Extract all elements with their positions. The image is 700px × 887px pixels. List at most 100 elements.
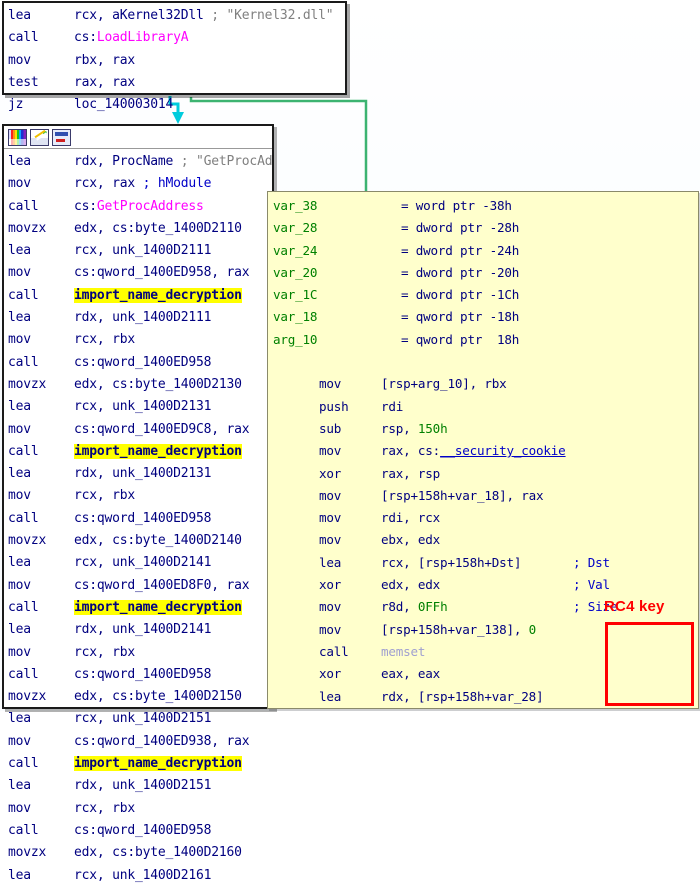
operands: rdx, unk_1400D2151 (74, 778, 211, 793)
edit-icon[interactable] (30, 129, 49, 146)
code-line: callimport_name_decryption (8, 441, 272, 463)
code-line: callimport_name_decryption (8, 285, 272, 307)
stack-var-decl: = dword ptr -24h (401, 243, 519, 258)
code-line: learcx, unk_1400D2111 (8, 240, 272, 262)
library-function[interactable]: memset (381, 644, 425, 659)
code-line: jzloc_140003014 (8, 94, 345, 116)
operands: rcx, unk_1400D2151 (74, 711, 211, 726)
stack-var-line: var_1C= dword ptr -1Ch (273, 284, 698, 306)
code-line: leardx, [rsp+158h+var_28] (273, 686, 698, 708)
mnemonic: call (8, 508, 74, 530)
code-line: callcs:qword_1400ED958 (8, 352, 272, 374)
mnemonic: mov (8, 419, 74, 441)
highlighted-call-target[interactable]: import_name_decryption (74, 288, 242, 303)
operands: rsp, (381, 421, 418, 436)
operands: cs:qword_1400ED8F0, rax (74, 578, 249, 593)
stack-var-name[interactable]: var_20 (273, 262, 401, 284)
highlighted-call-target[interactable]: import_name_decryption (74, 444, 242, 459)
mnemonic: xor (319, 463, 381, 485)
stack-variable-declarations: var_38= word ptr -38hvar_28= dword ptr -… (273, 195, 698, 351)
stack-var-decl: = word ptr -38h (401, 198, 512, 213)
code-line: movebx, edx (273, 529, 698, 551)
stack-var-name[interactable]: var_38 (273, 195, 401, 217)
operands: edx, cs:byte_1400D2140 (74, 533, 242, 548)
code-line: xoreax, eax (273, 663, 698, 685)
stack-var-decl: = dword ptr -1Ch (401, 287, 519, 302)
code-line: pushrdi (273, 396, 698, 418)
mnemonic: mov (319, 507, 381, 529)
operands: [rsp+158h+var_138], (381, 622, 529, 637)
mnemonic: call (8, 664, 74, 686)
comment: ; hModule (143, 176, 212, 191)
api-call-loadlibrarya[interactable]: LoadLibraryA (97, 30, 189, 45)
mnemonic: call (8, 597, 74, 619)
code-line: movzxedx, cs:byte_1400D2160 (8, 842, 272, 864)
function-listing-panel[interactable]: var_38= word ptr -38hvar_28= dword ptr -… (267, 191, 699, 709)
mnemonic: lea (8, 396, 74, 418)
code-line: callcs:qword_1400ED958 (8, 508, 272, 530)
mnemonic: lea (8, 151, 74, 173)
operands: rdi, rcx (381, 510, 440, 525)
code-line: leardx, unk_1400D2141 (8, 619, 272, 641)
operands: cs:qword_1400ED958 (74, 355, 211, 370)
code-line: xoredx, edx ; Val (273, 574, 698, 596)
code-line: movzxedx, cs:byte_1400D2110 (8, 218, 272, 240)
stack-var-name[interactable]: var_1C (273, 284, 401, 306)
highlighted-call-target[interactable]: import_name_decryption (74, 756, 242, 771)
code-line: movrcx, rbx (8, 642, 272, 664)
mnemonic: call (8, 196, 74, 218)
stack-var-name[interactable]: var_28 (273, 217, 401, 239)
operands: rcx, rbx (74, 645, 135, 660)
code-line: movrax, cs:__security_cookie (273, 440, 698, 462)
code-line: callcs:qword_1400ED958 (8, 820, 272, 842)
code-line: learcx, unk_1400D2141 (8, 552, 272, 574)
operands: rcx, unk_1400D2131 (74, 399, 211, 414)
mnemonic: mov (319, 485, 381, 507)
mnemonic: movzx (8, 218, 74, 240)
operands: rcx, rax (74, 176, 135, 191)
mnemonic: call (319, 641, 381, 663)
window-icon[interactable] (52, 129, 71, 146)
code-line: leardx, unk_1400D2151 (8, 775, 272, 797)
basic-block-load-library[interactable]: learcx, aKernel32Dll ; "Kernel32.dll" ca… (2, 1, 347, 95)
immediate-value: 0FFh (418, 599, 448, 614)
operands: rax, cs: (381, 443, 440, 458)
code-line: callimport_name_decryption (8, 597, 272, 619)
symbol-link[interactable]: __security_cookie (440, 443, 566, 458)
stack-var-name[interactable]: var_18 (273, 306, 401, 328)
mnemonic: lea (8, 240, 74, 262)
operands: rdi (381, 399, 403, 414)
colors-icon[interactable] (8, 129, 27, 146)
code-line: movcs:qword_1400ED938, rax (8, 731, 272, 753)
stack-var-line: var_28= dword ptr -28h (273, 217, 698, 239)
stack-var-name[interactable]: var_24 (273, 240, 401, 262)
highlighted-call-target[interactable]: import_name_decryption (74, 600, 242, 615)
block3-code-area: mov[rsp+arg_10], rbxpushrdisubrsp, 150hm… (273, 373, 698, 709)
operands: rcx, rbx (74, 488, 135, 503)
mnemonic: movzx (8, 686, 74, 708)
stack-var-decl: = dword ptr -28h (401, 220, 519, 235)
mnemonic: call (8, 441, 74, 463)
code-line: movcs:qword_1400ED8F0, rax (8, 575, 272, 597)
code-line: learcx, aKernel32Dll ; "Kernel32.dll" (8, 5, 345, 27)
basic-block-import-resolution[interactable]: leardx, ProcName ; "GetProcAddress"movrc… (2, 124, 274, 709)
mnemonic: push (319, 396, 381, 418)
stack-var-name[interactable]: arg_10 (273, 329, 401, 351)
operands: rdx, unk_1400D2141 (74, 622, 211, 637)
block-toolbar[interactable] (4, 126, 272, 149)
operands: edx, cs:byte_1400D2150 (74, 689, 242, 704)
code-line: movzxedx, cs:byte_1400D2140 (8, 530, 272, 552)
mnemonic: mov (8, 262, 74, 284)
code-line: movrcx, rbx (8, 329, 272, 351)
code-line: mov[rsp+arg_10], rbx (273, 373, 698, 395)
mnemonic: mov (319, 373, 381, 395)
comment: ; Val (573, 577, 610, 592)
api-symbol[interactable]: GetProcAddress (97, 199, 204, 214)
mnemonic: mov (8, 731, 74, 753)
code-line: movrcx, rax ; hModule (8, 173, 272, 195)
code-line-spacer (273, 351, 698, 373)
operands: rcx, [rsp+158h+Dst] (381, 555, 521, 570)
mnemonic: mov (8, 642, 74, 664)
operands: rax, rsp (381, 466, 440, 481)
code-line: callmemset (273, 641, 698, 663)
